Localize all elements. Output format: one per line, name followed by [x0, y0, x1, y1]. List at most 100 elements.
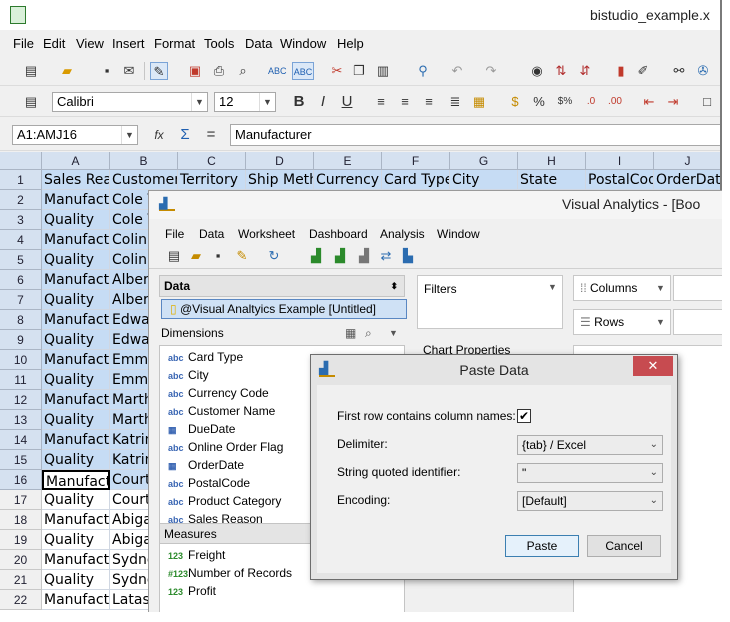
chevron-down-icon[interactable]: ▼: [656, 310, 665, 334]
va-menu-analysis[interactable]: Analysis: [380, 227, 425, 241]
chevron-down-icon[interactable]: ▼: [259, 93, 275, 111]
formula-input[interactable]: Manufacturer: [230, 124, 720, 146]
grid-cell[interactable]: Manufact: [42, 430, 110, 450]
menu-view[interactable]: View: [76, 36, 104, 51]
search-icon[interactable]: ⌕: [365, 323, 372, 343]
grid-cell[interactable]: Quality: [42, 530, 110, 550]
header-cell[interactable]: Currency: [314, 170, 382, 190]
print-preview-icon[interactable]: ⌕: [234, 62, 252, 80]
header-cell[interactable]: Ship Meth: [246, 170, 314, 190]
decrease-indent-icon[interactable]: ⇤: [640, 93, 658, 111]
va-clear-icon[interactable]: ▟: [355, 247, 373, 265]
va-open-icon[interactable]: ▰: [187, 247, 205, 265]
cancel-button[interactable]: Cancel: [587, 535, 661, 557]
chevron-down-icon[interactable]: ⌄: [650, 492, 658, 510]
menu-window[interactable]: Window: [280, 36, 326, 51]
column-header[interactable]: A: [42, 152, 110, 170]
standard-number-icon[interactable]: $%: [556, 93, 574, 111]
dimension-item[interactable]: abc Customer Name: [168, 402, 275, 420]
column-header[interactable]: H: [518, 152, 586, 170]
name-box[interactable]: A1:AMJ16 ▼: [12, 125, 138, 145]
row-header[interactable]: 5: [0, 250, 42, 270]
row-header[interactable]: 14: [0, 430, 42, 450]
grid-cell[interactable]: Quality: [42, 490, 110, 510]
sort-descending-icon[interactable]: ⇵: [576, 62, 594, 80]
encoding-select[interactable]: [Default] ⌄: [517, 491, 663, 511]
menu-file[interactable]: File: [13, 36, 34, 51]
row-header[interactable]: 10: [0, 350, 42, 370]
column-header[interactable]: B: [110, 152, 178, 170]
row-header[interactable]: 12: [0, 390, 42, 410]
undo-icon[interactable]: ↶: [448, 62, 466, 80]
grid-cell[interactable]: Quality: [42, 290, 110, 310]
dimension-item[interactable]: abc Online Order Flag: [168, 438, 283, 456]
row-header[interactable]: 20: [0, 550, 42, 570]
chevron-down-icon[interactable]: ▼: [121, 126, 137, 144]
grid-cell[interactable]: Manufact: [42, 190, 110, 210]
row-header[interactable]: 4: [0, 230, 42, 250]
row-header[interactable]: 21: [0, 570, 42, 590]
autospellcheck-icon[interactable]: ABC: [292, 62, 314, 80]
grid-cell[interactable]: Manufact: [42, 390, 110, 410]
chevron-down-icon[interactable]: ▼: [389, 323, 398, 343]
va-new-icon[interactable]: ▤: [165, 247, 183, 265]
header-cell[interactable]: Customer: [110, 170, 178, 190]
grid-cell[interactable]: Quality: [42, 570, 110, 590]
rows-drop-area[interactable]: [673, 309, 722, 335]
va-menu-worksheet[interactable]: Worksheet: [238, 227, 295, 241]
row-header[interactable]: 6: [0, 270, 42, 290]
row-header[interactable]: 15: [0, 450, 42, 470]
grid-cell[interactable]: Manufact: [42, 350, 110, 370]
spellcheck-icon[interactable]: ABC: [268, 62, 287, 80]
dimension-item[interactable]: abc Currency Code: [168, 384, 269, 402]
va-menu-file[interactable]: File: [165, 227, 184, 241]
menu-format[interactable]: Format: [154, 36, 195, 51]
grid-cell[interactable]: Manufact: [42, 310, 110, 330]
copy-icon[interactable]: ❐: [350, 62, 368, 80]
table-icon[interactable]: ▦: [345, 323, 356, 343]
measure-item[interactable]: #123Number of Records: [168, 564, 292, 582]
header-cell[interactable]: Sales Rea: [42, 170, 110, 190]
clone-formatting-icon[interactable]: ⚲: [414, 62, 432, 80]
dimension-item[interactable]: abc City: [168, 366, 209, 384]
menu-tools[interactable]: Tools: [204, 36, 234, 51]
grid-cell[interactable]: Quality: [42, 210, 110, 230]
row-header[interactable]: 11: [0, 370, 42, 390]
dimension-item[interactable]: abc Product Category: [168, 492, 281, 510]
row-header[interactable]: 1: [0, 170, 42, 190]
row-header[interactable]: 13: [0, 410, 42, 430]
merge-cells-icon[interactable]: ▦: [470, 93, 488, 111]
header-cell[interactable]: State: [518, 170, 586, 190]
grid-cell[interactable]: Manufact: [42, 510, 110, 530]
column-header[interactable]: J: [654, 152, 720, 170]
va-add-worksheet-icon[interactable]: ▟: [307, 247, 325, 265]
measure-item[interactable]: 123 Profit: [168, 582, 216, 600]
bold-icon[interactable]: B: [290, 93, 308, 111]
va-datasource-icon[interactable]: ✎: [233, 247, 251, 265]
grid-cell[interactable]: Manufact: [42, 270, 110, 290]
column-header[interactable]: E: [314, 152, 382, 170]
chevron-down-icon[interactable]: ▼: [656, 276, 665, 300]
grid-cell[interactable]: Quality: [42, 450, 110, 470]
header-cell[interactable]: Territory: [178, 170, 246, 190]
percent-icon[interactable]: %: [530, 93, 548, 111]
header-cell[interactable]: City: [450, 170, 518, 190]
align-right-icon[interactable]: ≡: [420, 93, 438, 111]
chart-icon[interactable]: ▮: [612, 62, 630, 80]
va-save-icon[interactable]: ▪: [209, 247, 227, 265]
find-icon[interactable]: ⚯: [670, 62, 688, 80]
measure-item[interactable]: 123 Freight: [168, 546, 225, 564]
row-header[interactable]: 18: [0, 510, 42, 530]
chevron-down-icon[interactable]: ▼: [548, 282, 557, 292]
rows-shelf[interactable]: ☰ Rows ▼: [573, 309, 671, 335]
first-row-checkbox[interactable]: ✔: [517, 409, 531, 423]
row-header[interactable]: 19: [0, 530, 42, 550]
chevron-down-icon[interactable]: ⌄: [650, 464, 658, 482]
delimiter-select[interactable]: {tab} / Excel ⌄: [517, 435, 663, 455]
menu-data[interactable]: Data: [245, 36, 272, 51]
menu-help[interactable]: Help: [337, 36, 364, 51]
save-icon[interactable]: ▪: [98, 62, 116, 80]
column-header[interactable]: I: [586, 152, 654, 170]
row-header[interactable]: 22: [0, 590, 42, 610]
increase-indent-icon[interactable]: ⇥: [664, 93, 682, 111]
